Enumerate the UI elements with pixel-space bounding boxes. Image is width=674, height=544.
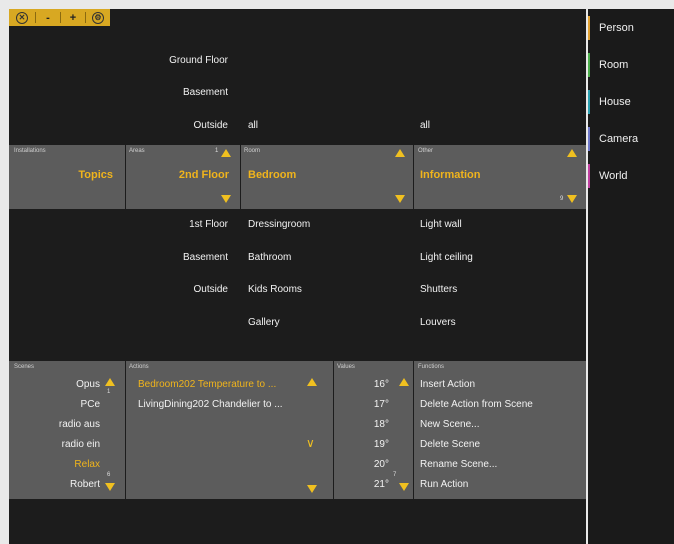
area-item-1st-floor[interactable]: 1st Floor	[119, 219, 228, 230]
scenes-count-bottom: 6	[107, 472, 111, 478]
add-button[interactable]: +	[61, 9, 85, 26]
values-scroll-down-icon[interactable]	[399, 483, 409, 491]
sidebar-indicator	[588, 16, 590, 40]
areas-scroll-down-icon[interactable]	[221, 195, 231, 203]
values-header: Values	[337, 364, 355, 370]
sidebar: Person Room House Camera World	[588, 9, 674, 544]
other-item-all[interactable]: all	[420, 120, 430, 131]
scene-item-selected[interactable]: Relax	[19, 459, 100, 470]
value-item[interactable]: 19°	[339, 439, 389, 450]
sidebar-item-label: Room	[599, 59, 629, 71]
areas-count: 1	[215, 148, 219, 154]
column-divider	[413, 145, 414, 209]
areas-header: Areas	[129, 148, 145, 154]
minimize-button[interactable]: -	[36, 9, 60, 26]
delete-scene-button[interactable]: Delete Scene	[420, 439, 480, 450]
value-item[interactable]: 20°	[339, 459, 389, 470]
value-item[interactable]: 16°	[339, 379, 389, 390]
main-window: ✕ - + ⚙ Ground Floor Basement Outside al…	[9, 9, 586, 544]
run-action-button[interactable]: Run Action	[420, 479, 468, 490]
sidebar-indicator	[588, 127, 590, 151]
other-item-shutters[interactable]: Shutters	[420, 284, 457, 295]
other-item-light-ceiling[interactable]: Light ceiling	[420, 252, 473, 263]
room-item-dressingroom[interactable]: Dressingroom	[248, 219, 310, 230]
close-icon: ✕	[16, 11, 28, 24]
other-scroll-down-icon[interactable]	[567, 195, 577, 203]
sidebar-item-label: World	[599, 170, 628, 182]
value-item[interactable]: 18°	[339, 419, 389, 430]
actions-header: Actions	[129, 364, 149, 370]
selected-room[interactable]: Bedroom	[248, 169, 296, 181]
sidebar-item-camera[interactable]: Camera	[588, 125, 674, 153]
area-item-outside[interactable]: Outside	[119, 284, 228, 295]
column-divider	[240, 145, 241, 209]
other-scroll-up-icon[interactable]	[567, 149, 577, 157]
column-divider	[413, 361, 414, 499]
area-item-outside[interactable]: Outside	[119, 120, 228, 131]
room-item-bathroom[interactable]: Bathroom	[248, 252, 291, 263]
column-divider	[125, 361, 126, 499]
sidebar-indicator	[588, 53, 590, 77]
room-header: Room	[244, 148, 261, 154]
value-item[interactable]: 21°	[339, 479, 389, 490]
sidebar-item-person[interactable]: Person	[588, 14, 674, 42]
delete-action-button[interactable]: Delete Action from Scene	[420, 399, 533, 410]
scene-item[interactable]: Robert	[19, 479, 100, 490]
area-item-basement[interactable]: Basement	[119, 252, 228, 263]
scene-item[interactable]: radio ein	[19, 439, 100, 450]
sidebar-item-house[interactable]: House	[588, 88, 674, 116]
new-scene-button[interactable]: New Scene...	[420, 419, 479, 430]
other-item-louvers[interactable]: Louvers	[420, 317, 456, 328]
sidebar-item-label: Person	[599, 22, 634, 34]
sidebar-item-label: Camera	[599, 133, 639, 145]
sidebar-item-label: House	[599, 96, 631, 108]
room-item-kids-rooms[interactable]: Kids Rooms	[248, 284, 302, 295]
sidebar-indicator	[588, 164, 590, 188]
insert-action-button[interactable]: Insert Action	[420, 379, 475, 390]
room-item-gallery[interactable]: Gallery	[248, 317, 280, 328]
scenes-count-top: 1	[107, 389, 111, 395]
scenes-header: Scenes	[14, 364, 35, 370]
room-item-all[interactable]: all	[248, 120, 258, 131]
column-divider	[333, 361, 334, 499]
action-item[interactable]: LivingDining202 Chandelier to ...	[138, 399, 283, 410]
scene-item[interactable]: radio aus	[19, 419, 100, 430]
sidebar-indicator	[588, 90, 590, 114]
sidebar-item-room[interactable]: Room	[588, 51, 674, 79]
sidebar-item-world[interactable]: World	[588, 162, 674, 190]
functions-header: Functions	[418, 364, 445, 370]
area-item-ground-floor[interactable]: Ground Floor	[119, 55, 228, 66]
area-item-basement[interactable]: Basement	[119, 87, 228, 98]
actions-scroll-down-icon[interactable]	[307, 485, 317, 493]
areas-scroll-up-icon[interactable]	[221, 149, 231, 157]
selected-other[interactable]: Information	[420, 169, 481, 181]
values-count: 7	[393, 472, 397, 478]
scenes-scroll-down-icon[interactable]	[105, 483, 115, 491]
other-item-light-wall[interactable]: Light wall	[420, 219, 462, 230]
installations-header: Installations	[14, 148, 46, 154]
window-toolbar: ✕ - + ⚙	[9, 9, 110, 26]
value-item[interactable]: 17°	[339, 399, 389, 410]
scene-item[interactable]: Opus	[19, 379, 100, 390]
selected-area[interactable]: 2nd Floor	[129, 169, 229, 181]
settings-button[interactable]: ⚙	[86, 9, 110, 26]
selected-installation[interactable]: Topics	[29, 169, 113, 181]
scenes-scroll-up-icon[interactable]	[105, 378, 115, 386]
chevron-down-icon[interactable]: ∨	[306, 436, 315, 450]
rename-scene-button[interactable]: Rename Scene...	[420, 459, 497, 470]
actions-scroll-up-icon[interactable]	[307, 378, 317, 386]
room-scroll-up-icon[interactable]	[395, 149, 405, 157]
column-divider	[125, 145, 126, 209]
other-count: 9	[560, 196, 564, 202]
gear-icon: ⚙	[92, 11, 104, 24]
action-item-selected[interactable]: Bedroom202 Temperature to ...	[138, 379, 276, 390]
room-scroll-down-icon[interactable]	[395, 195, 405, 203]
values-scroll-up-icon[interactable]	[399, 378, 409, 386]
other-header: Other	[418, 148, 434, 154]
scene-item[interactable]: PCe	[19, 399, 100, 410]
close-button[interactable]: ✕	[9, 9, 35, 26]
